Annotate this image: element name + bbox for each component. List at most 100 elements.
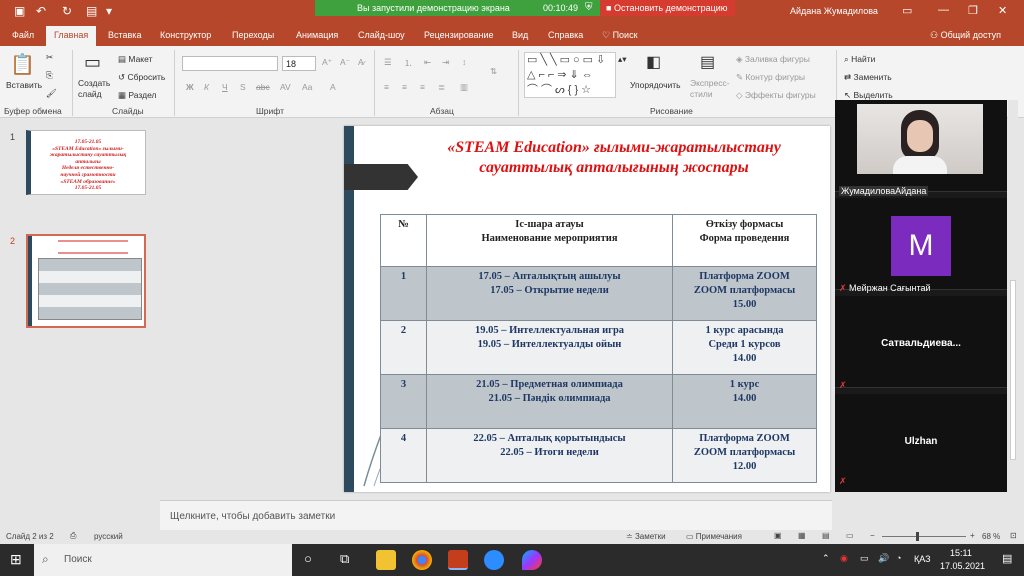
participant-tile[interactable]: Ulzhan ✗: [835, 394, 1007, 492]
fit-slide-icon[interactable]: ⊡: [1010, 531, 1017, 540]
scrollbar[interactable]: [1008, 100, 1018, 492]
comments-toggle[interactable]: ▭ Примечания: [686, 532, 742, 541]
reading-view-icon[interactable]: ▤: [822, 531, 830, 540]
stop-share-button[interactable]: ■ Остановить демонстрацию: [600, 0, 735, 16]
clear-format-icon[interactable]: A̷: [358, 57, 364, 67]
slide-thumbnail-2[interactable]: [26, 234, 146, 328]
slide-canvas[interactable]: «STEAM Education» ғылыми-жаратылыстану с…: [344, 126, 830, 492]
keyboard-language[interactable]: ҚАЗ: [914, 554, 931, 564]
close-icon[interactable]: ✕: [998, 4, 1007, 17]
numbering-icon[interactable]: ⒈: [404, 57, 413, 69]
chrome-icon[interactable]: [412, 550, 432, 570]
tab-slideshow[interactable]: Слайд-шоу: [358, 30, 405, 40]
shapes-gallery[interactable]: ▭╲╲▭○▭⇩ △⌐⌐⇒⇓⇔ ⌒⌒ᔕ{}☆: [524, 52, 616, 98]
justify-icon[interactable]: ≣: [438, 82, 445, 93]
zoom-slider[interactable]: [882, 532, 966, 541]
shape-effects-button[interactable]: ◇ Эффекты фигуры: [736, 90, 816, 101]
clock-date[interactable]: 17.05.2021: [940, 561, 985, 571]
schedule-table[interactable]: № Іс-шара атауы Наименование мероприятия…: [380, 214, 817, 483]
paste-button[interactable]: Вставить: [6, 80, 42, 90]
shrink-font-icon[interactable]: A⁻: [340, 57, 350, 68]
new-slide-icon[interactable]: ▭: [84, 52, 101, 73]
indent-increase-icon[interactable]: ⇥: [442, 57, 449, 68]
tab-design[interactable]: Конструктор: [160, 30, 211, 40]
gallery-scroll-icon[interactable]: ▴▾: [618, 54, 627, 65]
user-name[interactable]: Айдана Жумадилова: [790, 6, 878, 16]
notes-toggle[interactable]: ≐ Заметки: [626, 532, 666, 541]
tab-search[interactable]: ♡ Поиск: [602, 30, 638, 41]
powerpoint-icon[interactable]: [448, 550, 468, 570]
speaker-icon[interactable]: 🔊: [878, 553, 889, 564]
paint-3d-icon[interactable]: [522, 550, 542, 570]
cut-icon[interactable]: ✂: [46, 52, 53, 63]
arrange-button[interactable]: Упорядочить: [630, 80, 681, 90]
tray-app-icon[interactable]: ◉: [840, 553, 848, 564]
copy-icon[interactable]: ⎘: [46, 70, 53, 81]
font-color-icon[interactable]: A: [330, 82, 336, 92]
tray-chevron-icon[interactable]: ⌃: [822, 553, 830, 564]
tab-help[interactable]: Справка: [548, 30, 583, 40]
accessibility-icon[interactable]: ⎙: [70, 531, 76, 541]
taskbar-search-box[interactable]: ⌕ Поиск: [34, 544, 292, 576]
replace-button[interactable]: ⇄ Заменить: [844, 72, 892, 83]
network-icon[interactable]: ▭: [860, 553, 869, 564]
wifi-icon[interactable]: ◔: [896, 553, 901, 563]
slide-thumbnail-1[interactable]: 17.05-21.05 «STEAM Education» ғылыми- жа…: [26, 130, 146, 195]
zoom-out-icon[interactable]: −: [870, 531, 875, 540]
redo-icon[interactable]: ↻: [62, 4, 72, 18]
minimize-icon[interactable]: —: [938, 4, 949, 16]
format-painter-icon[interactable]: 🖌: [46, 88, 57, 99]
ribbon-display-icon[interactable]: ▭: [902, 4, 912, 17]
tab-home[interactable]: Главная: [46, 26, 97, 46]
tab-review[interactable]: Рецензирование: [424, 30, 494, 40]
participant-tile[interactable]: Сатвальдиева... ✗: [835, 296, 1007, 390]
zoom-app-icon[interactable]: [484, 550, 504, 570]
section-button[interactable]: ▦ Раздел: [118, 90, 157, 101]
underline-icon[interactable]: Ч: [222, 82, 228, 92]
quick-styles-button[interactable]: Экспресс-стили: [690, 78, 736, 100]
zoom-in-icon[interactable]: +: [970, 531, 975, 540]
shape-fill-button[interactable]: ◈ Заливка фигуры: [736, 54, 810, 65]
columns-icon[interactable]: ▥: [460, 82, 468, 93]
undo-icon[interactable]: ↶: [36, 4, 46, 18]
slide-title[interactable]: «STEAM Education» ғылыми-жаратылыстану с…: [434, 138, 794, 178]
arrange-icon[interactable]: ◧: [646, 52, 661, 72]
cortana-icon[interactable]: ○: [304, 551, 312, 566]
bullets-icon[interactable]: ☰: [384, 57, 392, 68]
new-slide-button[interactable]: Создать слайд: [78, 78, 114, 100]
restore-icon[interactable]: ❐: [968, 4, 978, 17]
italic-icon[interactable]: К: [204, 82, 209, 92]
shape-outline-button[interactable]: ✎ Контур фигуры: [736, 72, 805, 83]
tab-transitions[interactable]: Переходы: [232, 30, 274, 40]
notifications-icon[interactable]: ▤: [1002, 552, 1012, 565]
find-button[interactable]: ⌕ Найти: [844, 54, 875, 65]
participant-tile[interactable]: M ✗ Мейржан Сағынтай: [835, 198, 1007, 293]
slideshow-view-icon[interactable]: ▭: [846, 531, 854, 540]
zoom-level[interactable]: 68 %: [982, 532, 1000, 541]
notes-pane[interactable]: Щелкните, чтобы добавить заметки: [160, 500, 832, 530]
tab-insert[interactable]: Вставка: [108, 30, 141, 40]
reset-button[interactable]: ↺ Сбросить: [118, 72, 165, 83]
task-view-icon[interactable]: ⧉: [340, 551, 349, 567]
start-slideshow-icon[interactable]: ▤: [86, 4, 97, 18]
grow-font-icon[interactable]: A⁺: [322, 57, 332, 68]
case-icon[interactable]: Aa: [302, 82, 312, 92]
font-size-input[interactable]: 18: [282, 56, 316, 71]
qat-more-icon[interactable]: ▾: [106, 4, 112, 18]
strikethrough-icon[interactable]: abc: [256, 82, 270, 92]
align-right-icon[interactable]: ≡: [420, 82, 425, 92]
spacing-icon[interactable]: AV: [280, 82, 291, 92]
file-explorer-icon[interactable]: [376, 550, 396, 570]
line-spacing-icon[interactable]: ↕: [462, 57, 466, 67]
sorter-view-icon[interactable]: ▦: [798, 531, 806, 540]
share-button[interactable]: ⚇ Общий доступ: [930, 30, 1001, 41]
text-direction-icon[interactable]: ⇅: [490, 66, 497, 77]
tab-view[interactable]: Вид: [512, 30, 528, 40]
tab-file[interactable]: Файл: [12, 30, 34, 40]
language-status[interactable]: русский: [94, 532, 123, 541]
paste-icon[interactable]: 📋: [10, 52, 35, 77]
save-icon[interactable]: ▣: [14, 4, 25, 18]
quick-styles-icon[interactable]: ▤: [700, 52, 715, 72]
bold-icon[interactable]: Ж: [186, 82, 194, 92]
tab-animations[interactable]: Анимация: [296, 30, 338, 40]
